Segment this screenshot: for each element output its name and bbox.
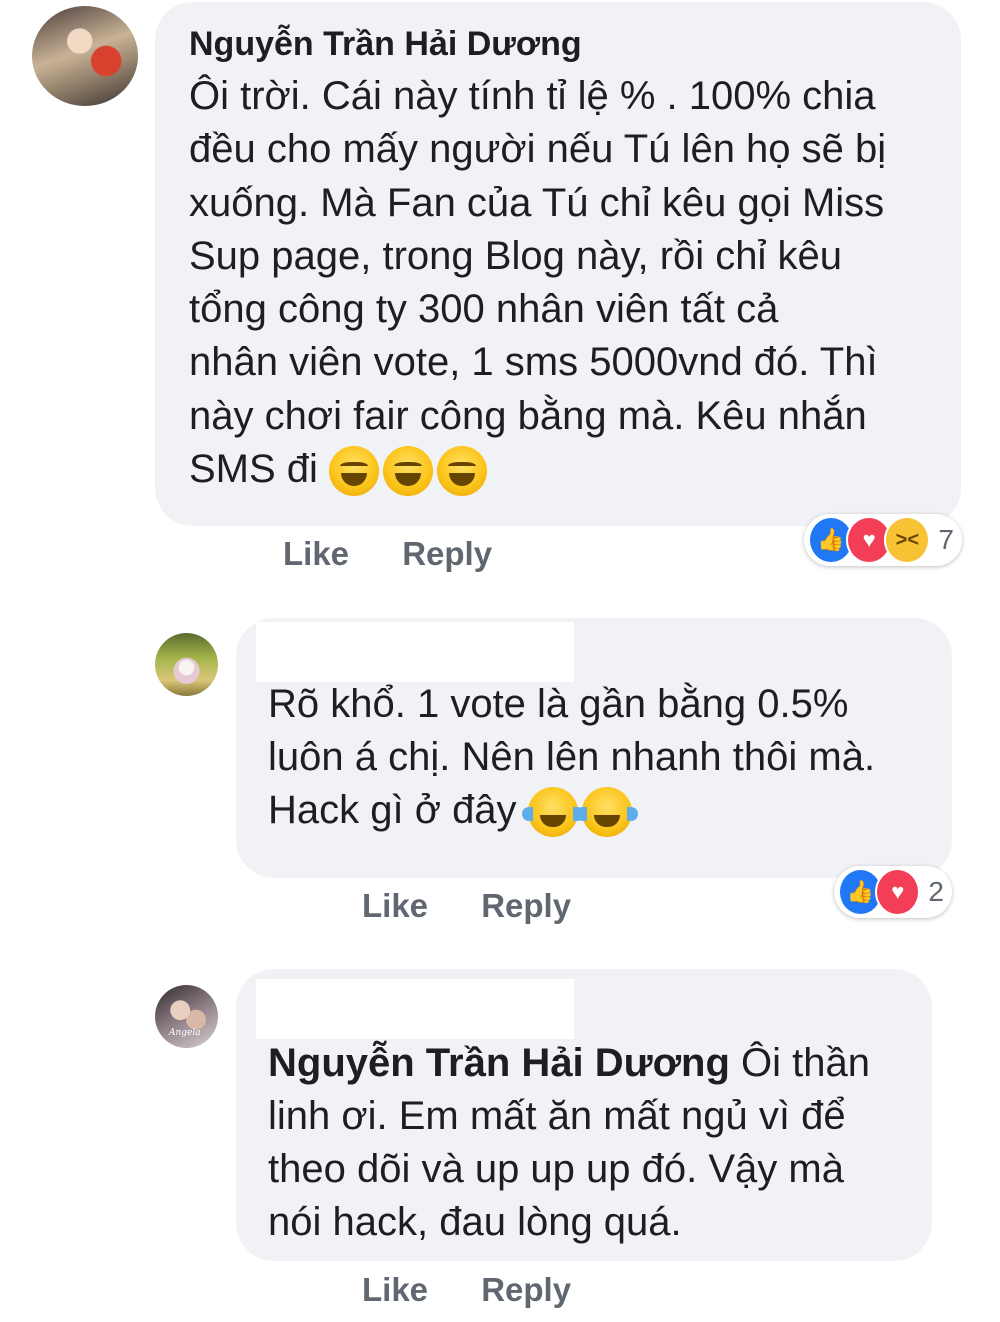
comment-actions: Like Reply	[362, 1271, 615, 1309]
reply-link[interactable]: Reply	[481, 1271, 571, 1308]
like-link[interactable]: Like	[362, 1271, 428, 1308]
comment-bubble: Nguyễn Trần Hải Dương Ôi trời. Cái này t…	[155, 2, 961, 526]
tears-of-joy-emoji-icon	[521, 787, 584, 837]
comment-text-body: Ôi trời. Cái này tính tỉ lệ % . 100% chi…	[189, 74, 887, 492]
reply-link[interactable]: Reply	[481, 887, 571, 924]
mention-tag[interactable]: Nguyễn Trần Hải Dương	[268, 1041, 730, 1085]
reaction-count: 2	[928, 876, 944, 907]
laughing-emoji-icon	[437, 446, 488, 497]
laughing-emoji-icon	[329, 446, 380, 497]
comment-author[interactable]: Nguyễn Trần Hải Dương	[189, 24, 941, 64]
haha-reaction-icon: ><	[884, 516, 931, 564]
comment-text: Ôi trời. Cái này tính tỉ lệ % . 100% chi…	[189, 70, 941, 497]
reaction-summary[interactable]: 👍 ♥ 2	[834, 866, 952, 918]
reaction-summary[interactable]: 👍 ♥ >< 7	[804, 514, 962, 566]
avatar[interactable]	[155, 633, 218, 696]
avatar-signature: Angela	[169, 1028, 201, 1038]
comment-text: Nguyễn Trần Hải Dương Ôi thần linh ơi. E…	[268, 1037, 912, 1249]
comment-actions: Like Reply	[362, 887, 615, 925]
like-link[interactable]: Like	[283, 535, 349, 572]
comment-actions: Like Reply	[283, 535, 536, 573]
like-link[interactable]: Like	[362, 887, 428, 924]
laughing-emoji-icon	[383, 446, 434, 497]
redacted-author	[256, 979, 574, 1039]
reply-link[interactable]: Reply	[402, 535, 492, 572]
tears-of-joy-emoji-icon	[575, 787, 638, 837]
comment-text: Rõ khổ. 1 vote là gần bằng 0.5% luôn á c…	[268, 678, 932, 837]
avatar[interactable]: Angela	[155, 985, 218, 1048]
redacted-author	[256, 622, 574, 682]
reaction-count: 7	[938, 524, 954, 555]
avatar[interactable]	[32, 6, 138, 106]
love-reaction-icon: ♥	[875, 868, 921, 916]
